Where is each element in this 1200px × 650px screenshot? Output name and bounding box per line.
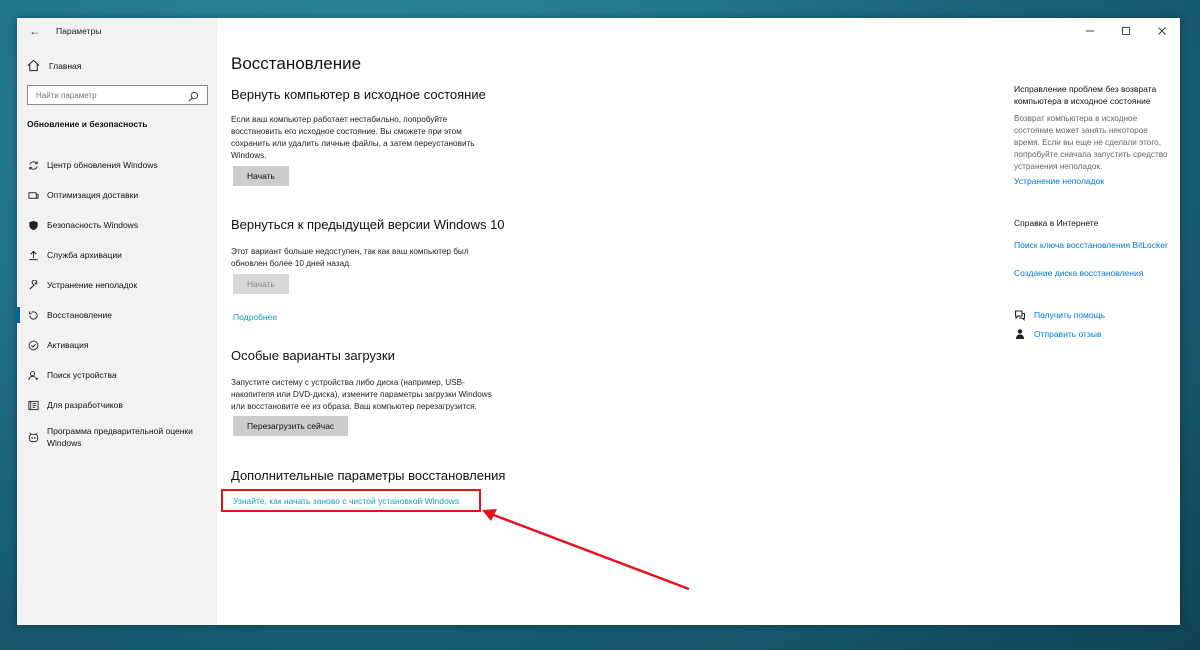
annotation-arrow	[482, 509, 690, 591]
